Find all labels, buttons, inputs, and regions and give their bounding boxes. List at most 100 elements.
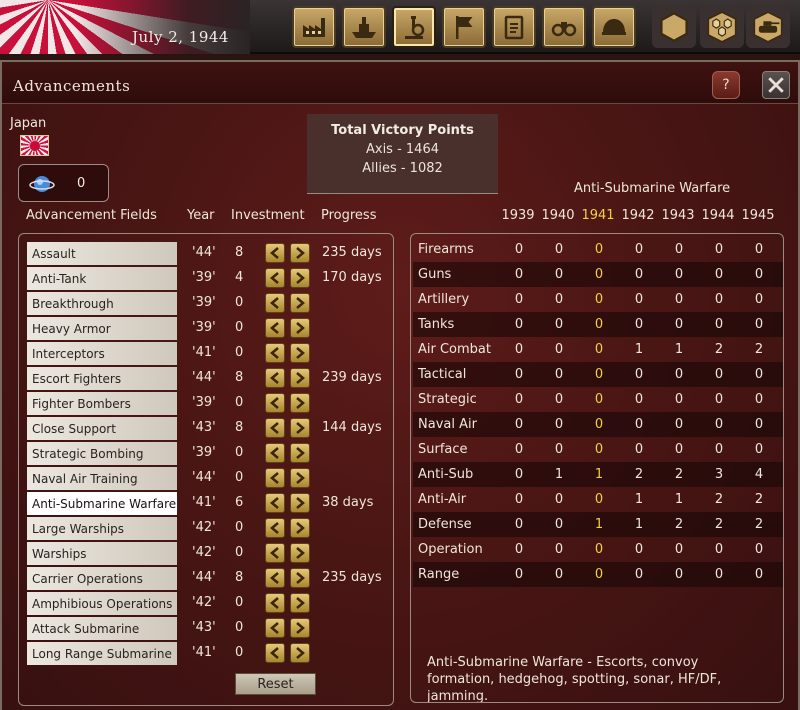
increase-investment-button[interactable] [290,443,310,463]
advancement-field[interactable]: Long Range Submarine [27,642,177,665]
advancement-field[interactable]: Assault [27,242,177,265]
increase-investment-button[interactable] [290,468,310,488]
decrease-investment-button[interactable] [265,393,285,413]
field-progress: 235 days [322,570,382,585]
hex-button[interactable] [652,6,696,48]
advancement-field[interactable]: Close Support [27,417,177,440]
tech-level-value: 0 [714,242,724,257]
chevron-left-icon [270,494,280,513]
advancement-field[interactable]: Amphibious Operations [27,592,177,615]
field-year: '39' [192,445,216,460]
chevron-right-icon [295,394,305,413]
increase-investment-button[interactable] [290,293,310,313]
tech-level-value: 0 [714,442,724,457]
intelligence-button[interactable] [542,6,586,48]
year-column-header: 1944 [701,208,735,223]
tech-row: Naval Air 0 0 0 0 0 0 0 [413,412,783,437]
increase-investment-button[interactable] [290,418,310,438]
advancement-field[interactable]: Breakthrough [27,292,177,315]
decrease-investment-button[interactable] [265,543,285,563]
advancement-field[interactable]: Anti-Submarine Warfare [27,492,177,515]
advancement-field[interactable]: Large Warships [27,517,177,540]
decrease-investment-button[interactable] [265,293,285,313]
army-button[interactable] [592,6,636,48]
advancement-field[interactable]: Anti-Tank [27,267,177,290]
increase-investment-button[interactable] [290,243,310,263]
tech-level-value: 0 [714,317,724,332]
decrease-investment-button[interactable] [265,643,285,663]
reset-button[interactable]: Reset [235,673,316,695]
advancement-field[interactable]: Escort Fighters [27,367,177,390]
field-progress: 170 days [322,270,382,285]
decrease-investment-button[interactable] [265,518,285,538]
increase-investment-button[interactable] [290,493,310,513]
decrease-investment-button[interactable] [265,343,285,363]
chevron-left-icon [270,344,280,363]
tech-label: Naval Air [418,417,477,432]
decrease-investment-button[interactable] [265,418,285,438]
tech-level-value: 0 [554,317,564,332]
decrease-investment-button[interactable] [265,318,285,338]
advancement-field[interactable]: Fighter Bombers [27,392,177,415]
advancement-field[interactable]: Carrier Operations [27,567,177,590]
close-button[interactable] [762,71,790,99]
reports-button[interactable] [492,6,536,48]
hex-cluster-button[interactable] [700,6,744,48]
decrease-investment-button[interactable] [265,493,285,513]
diplomacy-button[interactable] [442,6,486,48]
increase-investment-button[interactable] [290,268,310,288]
tech-level-value: 0 [514,542,524,557]
tech-row: Guns 0 0 0 0 0 0 0 [413,262,783,287]
chevron-right-icon [295,444,305,463]
tech-level-value: 3 [714,467,724,482]
increase-investment-button[interactable] [290,318,310,338]
year-column-header: 1942 [621,208,655,223]
tech-level-value: 0 [554,267,564,282]
advancement-field[interactable]: Warships [27,542,177,565]
tech-level-value: 0 [634,392,644,407]
tech-level-value: 0 [514,242,524,257]
field-investment: 0 [235,395,244,410]
tech-level-value: 1 [634,517,644,532]
chevron-right-icon [295,494,305,513]
chevron-right-icon [295,319,305,338]
tech-level-value: 0 [594,417,604,432]
advancement-field[interactable]: Attack Submarine [27,617,177,640]
increase-investment-button[interactable] [290,618,310,638]
help-button[interactable]: ? [712,71,740,99]
hex-cluster-icon [707,11,737,43]
decrease-investment-button[interactable] [265,443,285,463]
decrease-investment-button[interactable] [265,618,285,638]
research-button[interactable] [392,6,436,48]
tech-level-value: 0 [754,567,764,582]
decrease-investment-button[interactable] [265,243,285,263]
chevron-left-icon [270,519,280,538]
naval-button[interactable] [342,6,386,48]
increase-investment-button[interactable] [290,343,310,363]
increase-investment-button[interactable] [290,518,310,538]
advancement-field[interactable]: Interceptors [27,342,177,365]
decrease-investment-button[interactable] [265,368,285,388]
units-button[interactable] [746,6,790,48]
advancement-field[interactable]: Strategic Bombing [27,442,177,465]
decrease-investment-button[interactable] [265,468,285,488]
increase-investment-button[interactable] [290,593,310,613]
advancement-field[interactable]: Naval Air Training [27,467,177,490]
increase-investment-button[interactable] [290,643,310,663]
chevron-left-icon [270,244,280,263]
increase-investment-button[interactable] [290,543,310,563]
decrease-investment-button[interactable] [265,593,285,613]
decrease-investment-button[interactable] [265,268,285,288]
decrease-investment-button[interactable] [265,568,285,588]
year-column-header: 1939 [501,208,535,223]
tech-level-value: 0 [754,367,764,382]
production-button[interactable] [292,6,336,48]
advancement-field[interactable]: Heavy Armor [27,317,177,340]
increase-investment-button[interactable] [290,368,310,388]
chevron-right-icon [295,619,305,638]
increase-investment-button[interactable] [290,393,310,413]
tech-row: Air Combat 0 0 0 1 1 2 2 [413,337,783,362]
advancement-detail-panel: Firearms 0 0 0 0 0 0 0 Guns 0 0 0 0 0 0 0 Artillery 0 0 0 0 0… [410,233,784,703]
detail-title: Anti-Submarine Warfare [574,181,731,196]
increase-investment-button[interactable] [290,568,310,588]
